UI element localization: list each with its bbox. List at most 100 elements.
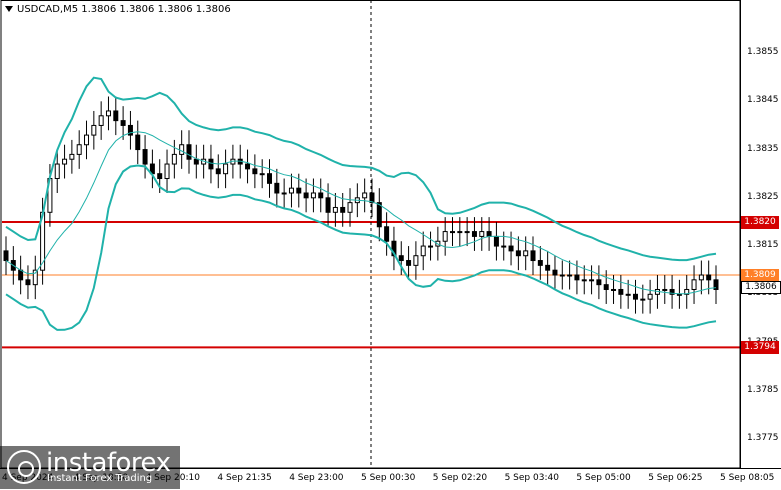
candle-body: [25, 279, 31, 286]
x-tick-label: 5 Sep 08:05: [720, 473, 775, 483]
candle-body: [442, 231, 448, 242]
candle-body: [288, 187, 294, 194]
x-tick-label: 5 Sep 02:20: [432, 473, 488, 483]
candle-body: [420, 245, 426, 257]
candle-body: [559, 274, 565, 277]
candle-body: [84, 134, 90, 146]
candle-body: [413, 255, 419, 266]
candle-body: [501, 245, 507, 248]
y-tick-label: 1.3775: [747, 433, 779, 444]
candle-body: [259, 173, 265, 176]
candle-body: [493, 235, 499, 247]
y-tick-label: 1.3815: [747, 240, 779, 251]
candle-body: [208, 158, 214, 170]
candle-body: [340, 206, 346, 213]
candle-body: [471, 231, 477, 237]
candle-body: [662, 288, 668, 291]
candle-body: [18, 269, 24, 281]
candle-body: [325, 197, 331, 213]
candle-body: [113, 110, 119, 122]
x-tick-label: 5 Sep 05:00: [576, 473, 631, 483]
candle-body: [479, 231, 485, 237]
candle-body: [449, 231, 455, 234]
lower-band: [5, 164, 717, 331]
candle-body: [267, 173, 273, 184]
candle-body: [537, 260, 543, 266]
candle-body: [567, 274, 573, 277]
candle-body: [530, 250, 536, 262]
support-price-tag: 1.3794: [741, 341, 779, 355]
candle-body: [676, 293, 682, 296]
candle-body: [347, 202, 353, 213]
candle-body: [486, 231, 492, 237]
candle-body: [625, 293, 631, 296]
candle-body: [54, 163, 60, 180]
candle-body: [193, 158, 199, 165]
candle-body: [318, 192, 324, 199]
y-tick-label: 1.3825: [747, 191, 779, 202]
candle-body: [303, 192, 309, 199]
candle-body: [164, 163, 170, 180]
resistance-price-tag: 1.3820: [741, 215, 779, 229]
candle-body: [552, 269, 558, 276]
candle-body: [632, 293, 638, 300]
candle-body: [376, 202, 382, 228]
candle-body: [91, 124, 97, 136]
candle-body: [332, 206, 338, 213]
y-tick-label: 1.3855: [747, 47, 779, 58]
upper-band: [5, 76, 717, 262]
candle-body: [398, 255, 404, 262]
candle-body: [223, 163, 229, 175]
candle-body: [76, 144, 82, 155]
y-tick-label: 1.3785: [747, 384, 779, 395]
candle-body: [698, 274, 704, 281]
candle-body: [105, 110, 111, 117]
candle-body: [545, 264, 551, 271]
middle-band: [5, 131, 717, 295]
x-tick-label: 5 Sep 03:40: [504, 473, 559, 483]
candle-body: [457, 231, 463, 234]
candle-body: [603, 284, 609, 290]
candle-body: [310, 192, 316, 199]
candle-body: [171, 153, 177, 165]
candle-body: [508, 245, 514, 252]
candle-body: [574, 274, 580, 281]
candle-body: [157, 173, 163, 180]
candle-body: [589, 279, 595, 282]
price-chart[interactable]: [0, 0, 781, 489]
candle-body: [120, 120, 126, 126]
dropdown-triangle-icon: [5, 6, 13, 12]
candle-body: [245, 163, 251, 170]
current-price-tag: 1.3806: [741, 281, 781, 294]
symbol-title: USDCAD,M5 1.3806 1.3806 1.3806 1.3806: [5, 4, 231, 15]
candle-body: [406, 260, 412, 266]
chart-window[interactable]: USDCAD,M5 1.3806 1.3806 1.3806 1.3806 1.…: [0, 0, 781, 490]
candle-body: [274, 182, 280, 194]
candle-body: [706, 274, 712, 281]
candle-body: [135, 134, 141, 151]
instaforex-logo-icon: [7, 450, 41, 484]
y-tick-label: 1.3835: [747, 143, 779, 154]
candle-body: [515, 250, 521, 257]
candle-body: [647, 293, 653, 300]
candle-body: [596, 279, 602, 286]
candle-body: [384, 226, 390, 242]
candle-body: [252, 168, 258, 175]
candle-body: [98, 115, 104, 126]
candle-body: [3, 250, 9, 262]
price-axis[interactable]: [740, 0, 781, 468]
x-tick-label: 5 Sep 00:30: [361, 473, 416, 483]
candle-body: [186, 144, 192, 160]
candle-body: [640, 298, 646, 301]
candle-body: [62, 158, 68, 165]
candle-body: [428, 245, 434, 248]
candle-body: [611, 288, 617, 291]
candle-body: [296, 187, 302, 194]
symbol-info: USDCAD,M5 1.3806 1.3806 1.3806 1.3806: [17, 4, 231, 15]
candle-body: [362, 192, 368, 199]
x-tick-label: 4 Sep 21:35: [217, 473, 272, 483]
candle-body: [618, 288, 624, 295]
candle-body: [523, 250, 529, 257]
candle-body: [464, 231, 470, 234]
x-tick-label: 4 Sep 23:00: [289, 473, 344, 483]
